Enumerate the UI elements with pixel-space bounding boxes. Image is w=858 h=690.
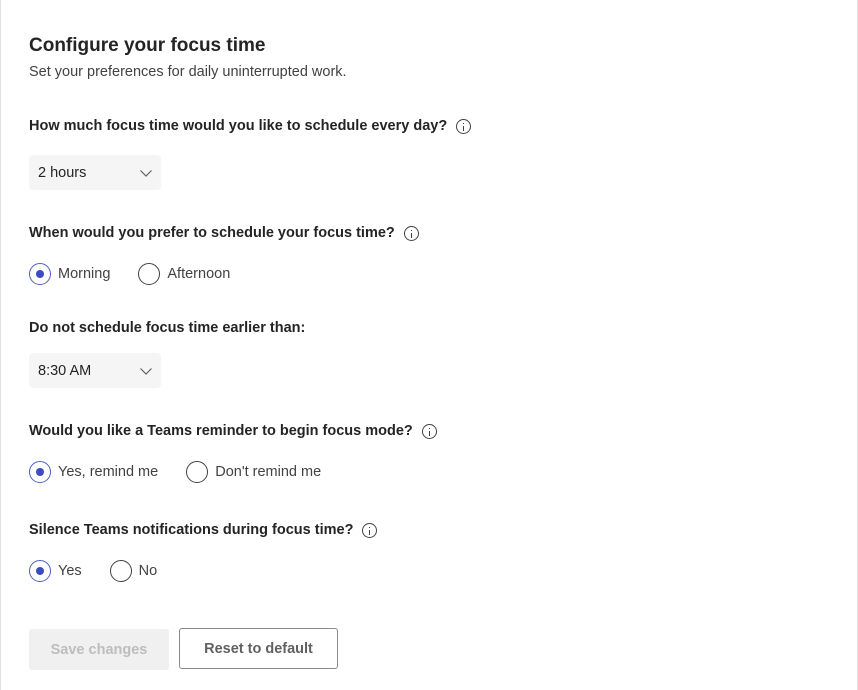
- radio-unchecked-icon: [186, 461, 209, 483]
- reminder-radio-group: Yes, remind me Don't remind me: [29, 461, 349, 483]
- focus-time-settings-panel: Configure your focus time Set your prefe…: [0, 0, 858, 690]
- radio-unchecked-icon: [109, 560, 132, 582]
- info-icon[interactable]: [456, 118, 472, 134]
- daily-amount-question: How much focus time would you like to sc…: [29, 118, 472, 134]
- info-icon[interactable]: [362, 522, 378, 538]
- radio-checked-icon: [29, 263, 51, 285]
- radio-checked-icon: [29, 461, 51, 483]
- daily-amount-question-label: How much focus time would you like to sc…: [29, 118, 448, 134]
- chevron-down-icon: [140, 169, 152, 177]
- daily-amount-dropdown[interactable]: 2 hours: [29, 155, 161, 190]
- silence-question: Silence Teams notifications during focus…: [29, 522, 378, 538]
- info-icon[interactable]: [421, 423, 437, 439]
- earliest-time-value: 8:30 AM: [38, 362, 92, 379]
- daily-amount-value: 2 hours: [38, 164, 87, 181]
- radio-checked-icon: [29, 560, 51, 582]
- afternoon-radio-label: Afternoon: [167, 266, 231, 282]
- earliest-time-question-label: Do not schedule focus time earlier than:: [29, 320, 306, 336]
- morning-radio-label: Morning: [58, 266, 111, 282]
- radio-unchecked-icon: [138, 263, 161, 285]
- silence-yes-radio[interactable]: Yes: [29, 560, 82, 582]
- reminder-question-label: Would you like a Teams reminder to begin…: [29, 423, 413, 439]
- save-changes-button[interactable]: Save changes: [29, 629, 169, 670]
- earliest-time-question: Do not schedule focus time earlier than:: [29, 320, 305, 336]
- page-subtitle: Set your preferences for daily uninterru…: [29, 64, 347, 80]
- preferred-time-question: When would you prefer to schedule your f…: [29, 225, 419, 241]
- reset-to-default-button[interactable]: Reset to default: [179, 628, 338, 669]
- silence-radio-group: Yes No: [29, 560, 185, 582]
- info-icon[interactable]: [403, 225, 419, 241]
- preferred-time-question-label: When would you prefer to schedule your f…: [29, 225, 395, 241]
- remind-me-radio[interactable]: Yes, remind me: [29, 461, 158, 483]
- dont-remind-me-radio[interactable]: Don't remind me: [186, 461, 321, 483]
- silence-yes-radio-label: Yes: [58, 563, 82, 579]
- preferred-time-radio-group: Morning Afternoon: [29, 263, 258, 285]
- silence-no-radio[interactable]: No: [109, 560, 158, 582]
- morning-radio[interactable]: Morning: [29, 263, 110, 285]
- afternoon-radio[interactable]: Afternoon: [138, 263, 230, 285]
- reminder-question: Would you like a Teams reminder to begin…: [29, 423, 437, 439]
- remind-me-radio-label: Yes, remind me: [58, 464, 159, 480]
- earliest-time-dropdown[interactable]: 8:30 AM: [29, 353, 161, 388]
- page-title: Configure your focus time: [29, 35, 266, 56]
- dont-remind-me-radio-label: Don't remind me: [215, 464, 322, 480]
- silence-no-radio-label: No: [138, 563, 158, 579]
- silence-question-label: Silence Teams notifications during focus…: [29, 522, 354, 538]
- chevron-down-icon: [140, 367, 152, 375]
